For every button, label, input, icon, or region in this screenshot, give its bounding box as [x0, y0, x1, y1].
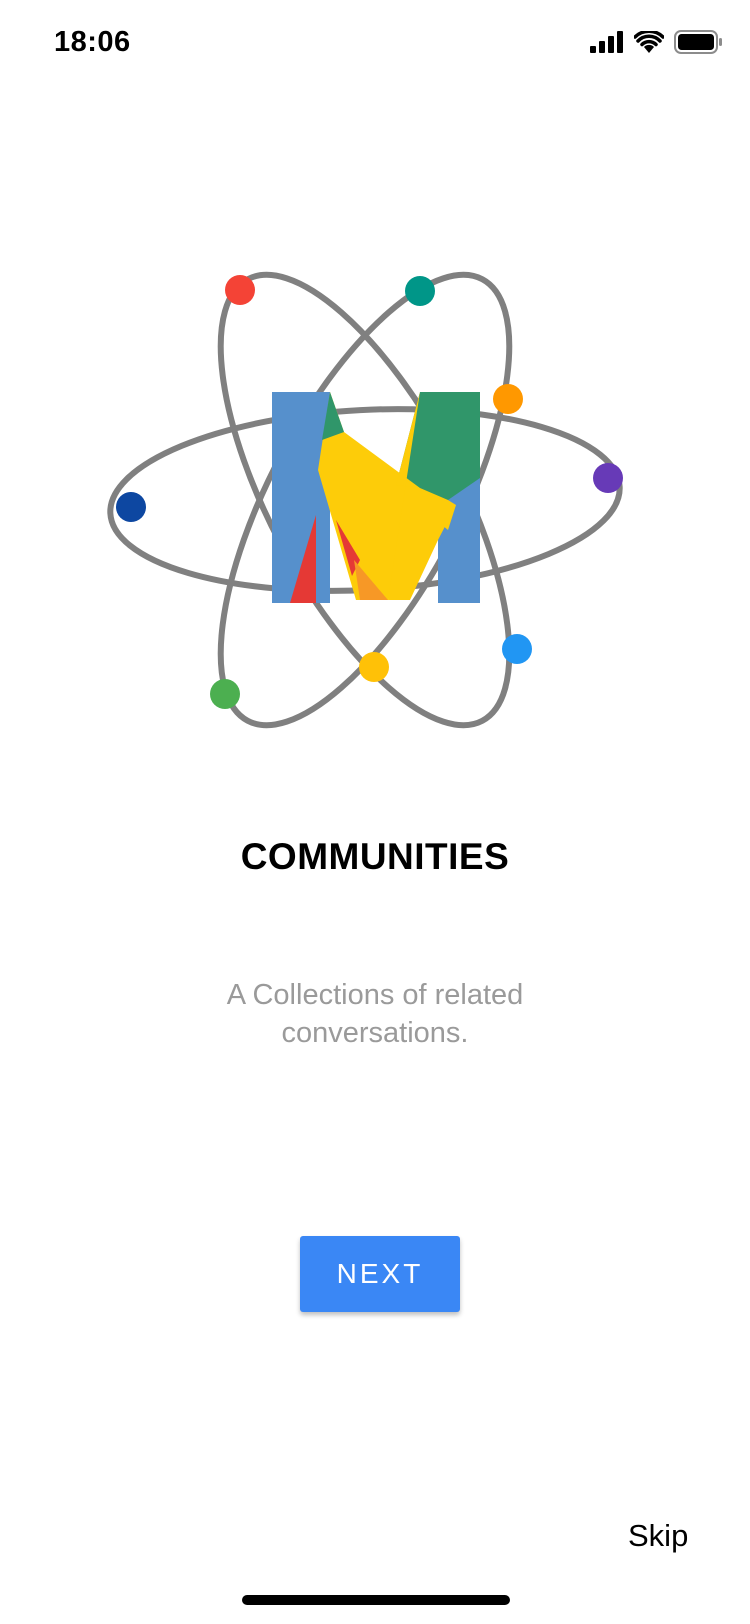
electron-teal: [405, 276, 435, 306]
signal-icon: [590, 31, 623, 53]
battery-icon: [674, 30, 722, 54]
letter-m-icon: [272, 392, 480, 603]
electron-orange: [493, 384, 523, 414]
electron-red: [225, 275, 255, 305]
electron-yellow: [359, 652, 389, 682]
page-title: COMMUNITIES: [240, 836, 510, 877]
status-icons: [590, 30, 722, 54]
page-subtitle: A Collections of related conversations.: [226, 979, 524, 1049]
home-indicator: [242, 1595, 510, 1605]
atom-m-logo-icon: [107, 271, 623, 729]
status-time: 18:06: [54, 26, 131, 58]
skip-link[interactable]: Skip: [628, 1518, 688, 1554]
status-bar: 18:06: [0, 0, 750, 88]
wifi-icon: [634, 31, 664, 53]
electron-purple: [593, 463, 623, 493]
electron-green: [210, 679, 240, 709]
next-button[interactable]: NEXT: [300, 1236, 460, 1312]
electron-blue: [502, 634, 532, 664]
electron-navy: [116, 492, 146, 522]
